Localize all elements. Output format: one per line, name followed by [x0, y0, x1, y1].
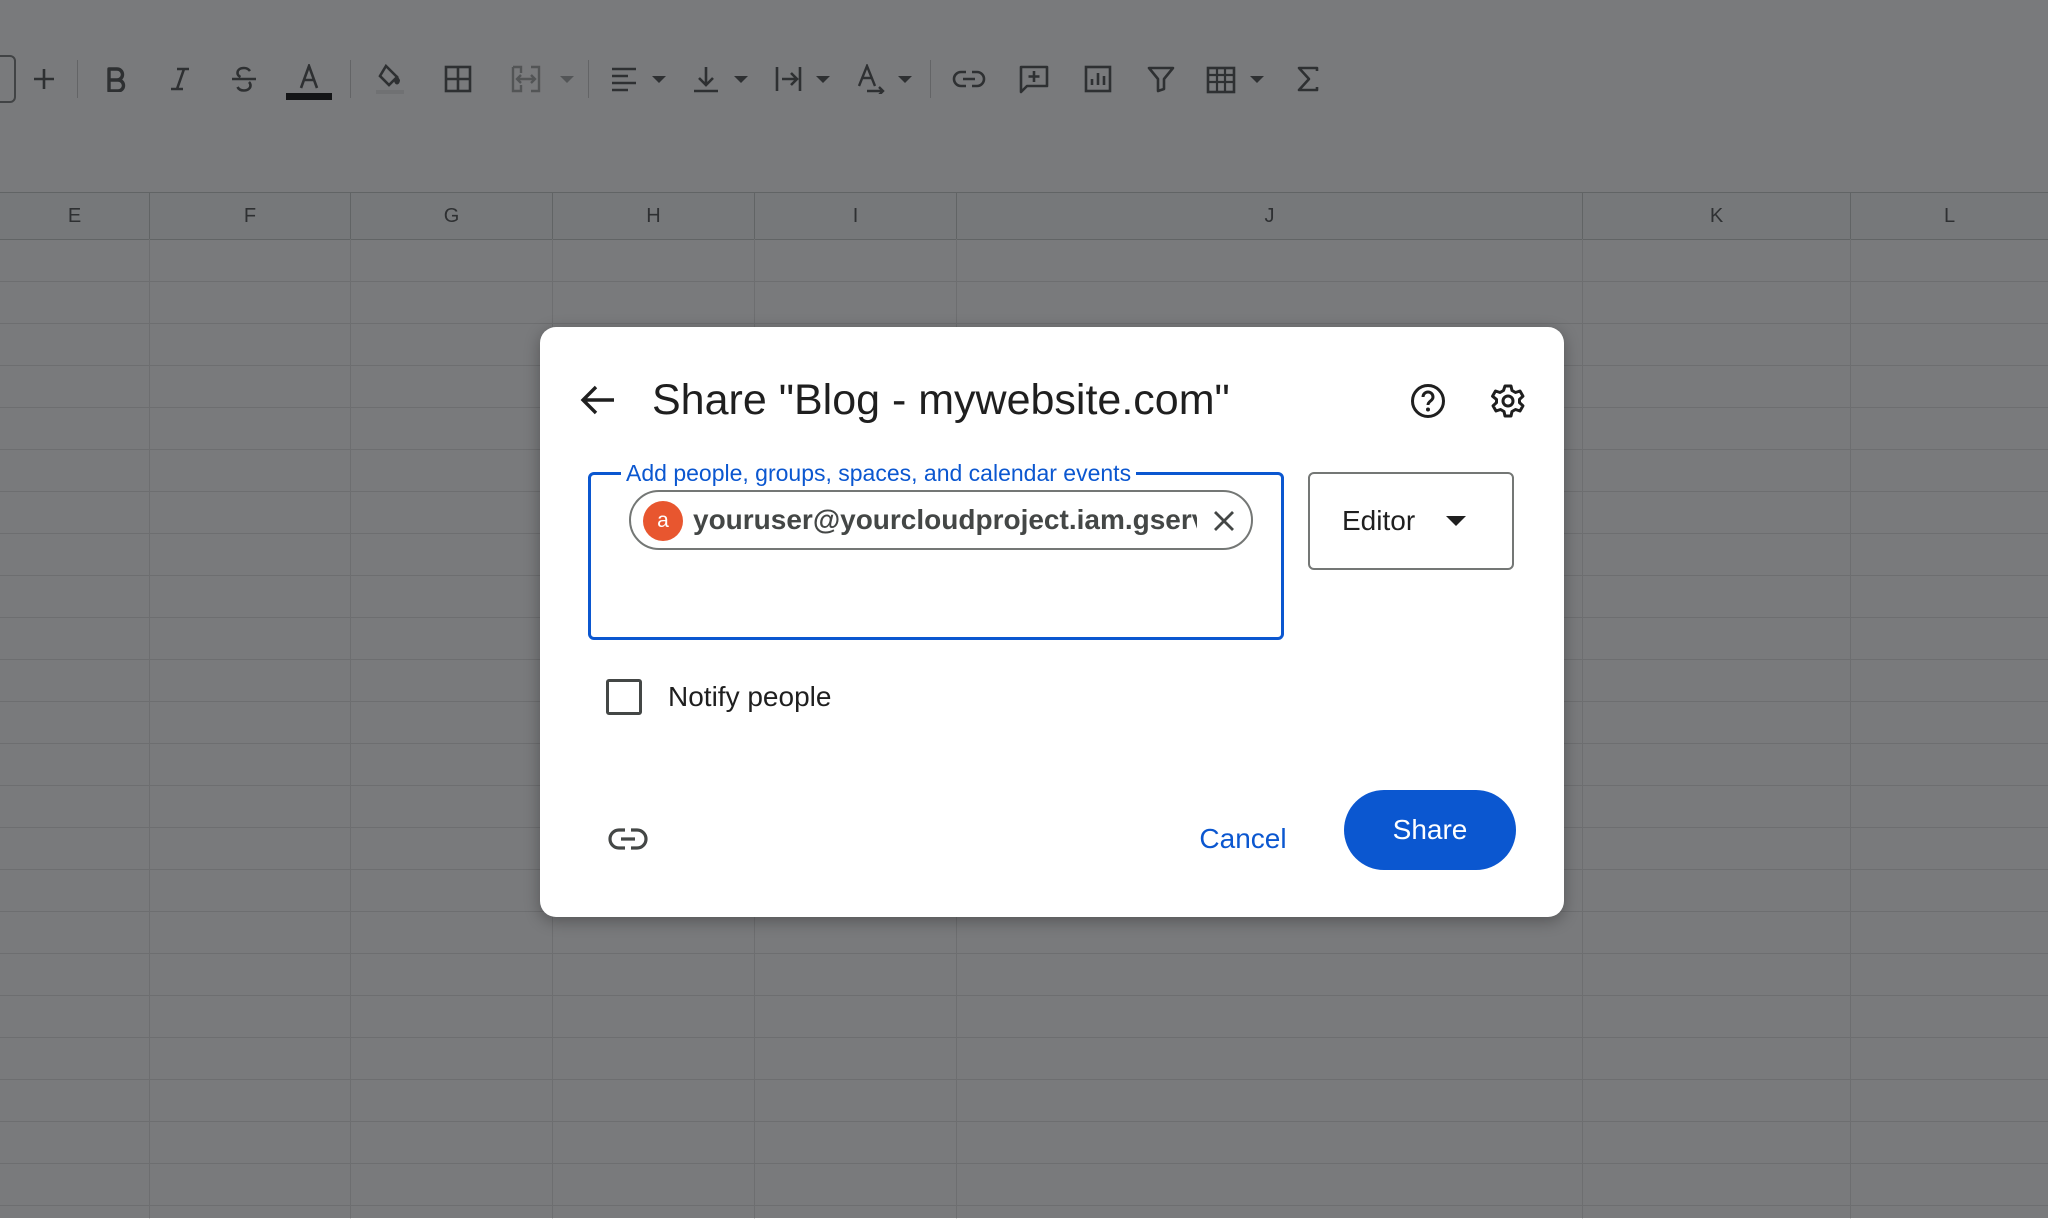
arrow-back-icon [580, 385, 614, 415]
avatar: a [643, 501, 683, 541]
help-button[interactable] [1402, 375, 1454, 427]
role-dropdown[interactable]: Editor [1308, 472, 1514, 570]
back-button[interactable] [570, 372, 626, 428]
role-selected-label: Editor [1342, 505, 1416, 536]
settings-button[interactable] [1482, 375, 1534, 427]
remove-recipient-button[interactable] [1204, 501, 1244, 541]
chevron-down-icon [1446, 516, 1466, 526]
notify-people-label[interactable]: Notify people [668, 677, 831, 717]
share-button[interactable]: Share [1344, 790, 1516, 870]
notify-people-checkbox[interactable] [606, 679, 642, 715]
copy-link-button[interactable] [602, 813, 654, 865]
close-icon [1214, 511, 1234, 531]
dialog-title: Share "Blog - mywebsite.com" [652, 376, 1230, 424]
help-icon [1411, 384, 1445, 418]
link-icon [608, 828, 648, 850]
share-dialog: Share "Blog - mywebsite.com" Add people,… [540, 327, 1564, 917]
add-people-label: Add people, groups, spaces, and calendar… [621, 459, 1137, 487]
gear-icon [1491, 384, 1525, 418]
recipient-email: youruser@yourcloudproject.iam.gservi [693, 504, 1197, 535]
recipient-chip[interactable]: a youruser@yourcloudproject.iam.gservi [629, 490, 1253, 550]
cancel-button[interactable]: Cancel [1178, 811, 1308, 867]
add-people-field[interactable]: Add people, groups, spaces, and calendar… [588, 459, 1284, 640]
